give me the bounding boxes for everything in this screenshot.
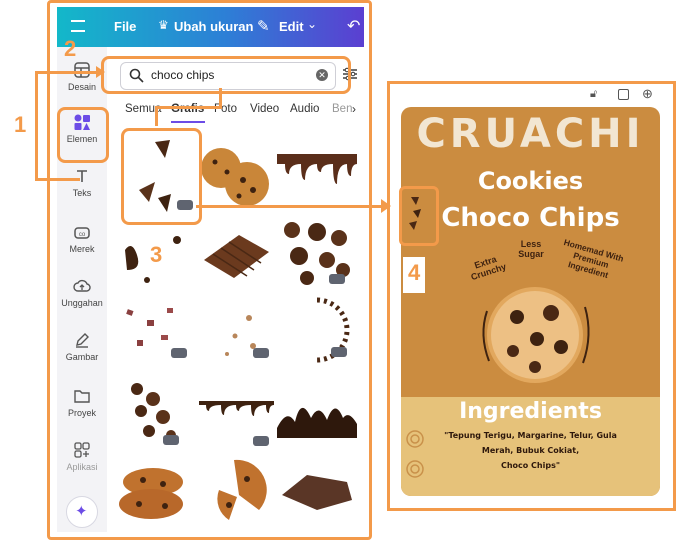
lock-icon[interactable]: 🔓︎ [590,88,597,101]
annotation-line [155,106,158,126]
annotation-line [196,205,388,208]
poster-ingredients-title[interactable]: Ingredients [401,399,660,424]
poster-ingredients-line-3[interactable]: Choco Chips" [401,461,660,470]
poster[interactable]: CRUACHI Cookies Choco Chips Extra Crunch… [401,107,660,496]
highlight-placed-graphic [399,186,439,246]
step-number-1: 1 [14,112,27,137]
poster-title-2[interactable]: Choco Chips [401,203,660,233]
duplicate-icon[interactable] [618,89,629,100]
arrow-head [96,66,105,78]
add-page-icon[interactable]: ⊕ [642,86,653,102]
arrow-head [381,199,391,213]
annotation-line [219,88,222,108]
poster-ingredients-line-2[interactable]: Merah, Bubuk Cokiat, [401,446,660,455]
poster-cookie-illustration[interactable] [477,277,597,392]
annotation-line [155,106,222,109]
swirl-decoration [406,430,424,478]
step-number-4: 4 [408,260,421,285]
poster-ingredients-line-1[interactable]: "Tepung Terigu, Margarine, Telur, Gula [401,431,660,440]
step-number-3: 3 [150,242,163,267]
callout-less-sugar[interactable]: Less Sugar [509,239,553,259]
poster-brand[interactable]: CRUACHI [401,111,660,157]
poster-title-1[interactable]: Cookies [401,167,660,195]
annotation-line [36,71,104,74]
annotation-line [35,71,38,181]
annotation-line [35,178,80,181]
canvas-toolbar: 🔓︎ ⊕ [590,86,660,102]
highlight-editor-panel [47,0,372,540]
step-number-2: 2 [64,36,77,61]
